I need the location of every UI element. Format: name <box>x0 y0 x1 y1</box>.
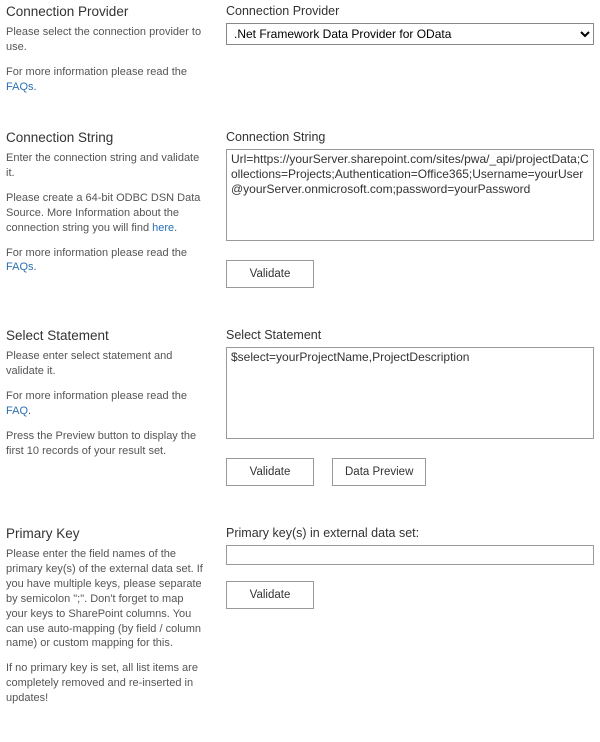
link-connstr-here[interactable]: here <box>152 222 174 234</box>
label-primary-key: Primary key(s) in external data set: <box>226 526 594 540</box>
button-pk-validate[interactable]: Validate <box>226 581 314 609</box>
button-select-validate[interactable]: Validate <box>226 458 314 486</box>
heading-primary-key: Primary Key <box>6 526 204 541</box>
text-select-faq: For more information please read the FAQ… <box>6 389 204 419</box>
text-connstr-instruction: Enter the connection string and validate… <box>6 151 204 181</box>
link-provider-faqs[interactable]: FAQs <box>6 81 34 93</box>
section-primary-key: Primary Key Please enter the field names… <box>6 526 594 705</box>
heading-select-statement: Select Statement <box>6 328 204 343</box>
heading-connection-provider: Connection Provider <box>6 4 204 19</box>
label-select-statement: Select Statement <box>226 328 594 342</box>
section-select-statement: Select Statement Please enter select sta… <box>6 328 594 486</box>
text-provider-faq: For more information please read the FAQ… <box>6 65 204 95</box>
input-primary-key[interactable] <box>226 545 594 565</box>
text-provider-instruction: Please select the connection provider to… <box>6 25 204 55</box>
select-connection-provider[interactable]: .Net Framework Data Provider for OData <box>226 23 594 45</box>
heading-connection-string: Connection String <box>6 130 204 145</box>
section-connection-provider: Connection Provider Please select the co… <box>6 4 594 104</box>
textarea-select-statement[interactable] <box>226 347 594 439</box>
text-connstr-faq: For more information please read the FAQ… <box>6 246 204 276</box>
button-data-preview[interactable]: Data Preview <box>332 458 426 486</box>
label-connection-string: Connection String <box>226 130 594 144</box>
button-connection-validate[interactable]: Validate <box>226 260 314 288</box>
text-pk-warning: If no primary key is set, all list items… <box>6 661 204 706</box>
textarea-connection-string[interactable] <box>226 149 594 241</box>
link-connstr-faqs[interactable]: FAQs <box>6 261 34 273</box>
link-select-faq[interactable]: FAQ <box>6 405 28 417</box>
text-connstr-odbc: Please create a 64-bit ODBC DSN Data Sou… <box>6 191 204 236</box>
text-select-preview: Press the Preview button to display the … <box>6 429 204 459</box>
text-pk-instruction: Please enter the field names of the prim… <box>6 547 204 651</box>
text-select-instruction: Please enter select statement and valida… <box>6 349 204 379</box>
label-connection-provider: Connection Provider <box>226 4 594 18</box>
section-connection-string: Connection String Enter the connection s… <box>6 130 594 288</box>
